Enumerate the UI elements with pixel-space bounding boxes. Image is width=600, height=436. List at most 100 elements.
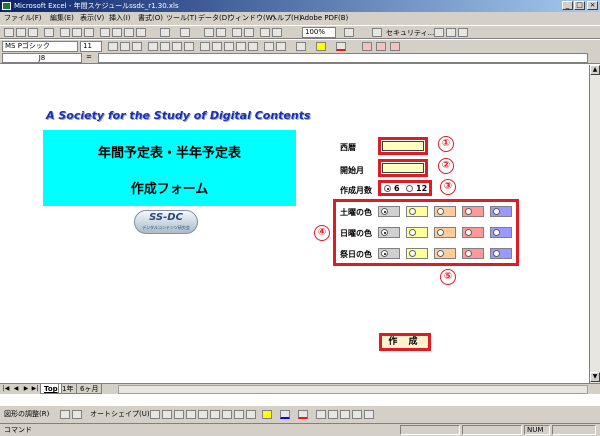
scroll-down-icon[interactable]: ▼ [590,372,600,382]
holiday-color-radio-2[interactable] [409,250,416,257]
new-icon[interactable] [4,28,14,37]
name-box[interactable]: J8 [2,53,82,63]
holiday-color-swatch-4[interactable] [462,248,484,259]
open-icon[interactable] [16,28,26,37]
toolbox-icon[interactable] [458,28,468,37]
decrease-decimal-icon[interactable] [248,42,258,51]
holiday-color-radio-5[interactable] [493,250,500,257]
sunday-color-radio-2[interactable] [409,229,416,236]
increase-decimal-icon[interactable] [236,42,246,51]
pdf-review-icon[interactable] [390,42,400,51]
security-button[interactable]: セキュリティ... [386,27,434,39]
font-name-select[interactable]: MS Pゴシック [2,41,78,52]
font-color-icon[interactable] [336,42,346,51]
fill-color-icon[interactable] [316,42,326,51]
holiday-color-swatch-3[interactable] [434,248,456,259]
sunday-color-swatch-3[interactable] [434,227,456,238]
minimize-button[interactable]: _ [562,1,573,10]
sunday-color-swatch-2[interactable] [406,227,428,238]
saturday-color-swatch-2[interactable] [406,206,428,217]
line-icon[interactable] [150,410,160,419]
saturday-color-swatch-3[interactable] [434,206,456,217]
holiday-color-radio-1[interactable] [381,250,388,257]
menu-edit[interactable]: 編集(E) [50,12,74,25]
arrow-icon[interactable] [162,410,172,419]
free-rotate-icon[interactable] [72,410,82,419]
last-sheet-icon[interactable]: ▶| [31,385,39,393]
format-painter-icon[interactable] [136,28,146,37]
prev-sheet-icon[interactable]: ◀ [12,385,20,393]
months-radio-6[interactable] [384,185,391,192]
textbox-icon[interactable] [198,410,208,419]
redo-icon[interactable] [180,28,190,37]
align-left-icon[interactable] [148,42,158,51]
undo-icon[interactable] [160,28,170,37]
holiday-color-radio-3[interactable] [437,250,444,257]
vertical-scrollbar[interactable]: ▲ ▼ [589,65,600,383]
pdf-convert-icon[interactable] [362,42,372,51]
saturday-color-radio-1[interactable] [381,208,388,215]
sunday-color-radio-1[interactable] [381,229,388,236]
menu-help[interactable]: ヘルプ(H) [270,12,302,25]
saturday-color-swatch-1[interactable] [378,206,400,217]
sunday-color-radio-3[interactable] [437,229,444,236]
select-objects-icon[interactable] [60,410,70,419]
align-center-icon[interactable] [160,42,170,51]
worksheet-area[interactable]: A Society for the Study of Digital Conte… [0,65,589,383]
saturday-color-radio-4[interactable] [465,208,472,215]
formula-input[interactable] [98,53,588,63]
saturday-color-swatch-4[interactable] [462,206,484,217]
italic-icon[interactable] [120,42,130,51]
picture-icon[interactable] [246,410,256,419]
wordart-icon[interactable] [210,410,220,419]
months-radio-12[interactable] [406,185,413,192]
increase-indent-icon[interactable] [276,42,286,51]
close-button[interactable]: × [587,1,598,10]
menu-file[interactable]: ファイル(F) [4,12,42,25]
chart-wizard-icon[interactable] [260,28,270,37]
print-icon[interactable] [60,28,70,37]
tools-icon[interactable] [446,28,456,37]
tab-6months[interactable]: 6ヶ月 [76,384,103,394]
holiday-color-radio-4[interactable] [465,250,472,257]
font-color-draw-icon[interactable] [298,410,308,419]
currency-icon[interactable] [200,42,210,51]
shadow-icon[interactable] [352,410,362,419]
zoom-select[interactable]: 100% [302,27,336,38]
scroll-up-icon[interactable]: ▲ [590,65,600,75]
saturday-color-radio-2[interactable] [409,208,416,215]
first-sheet-icon[interactable]: |◀ [2,385,10,393]
merge-center-icon[interactable] [184,42,194,51]
save-icon[interactable] [28,28,38,37]
font-size-select[interactable]: 11 [80,41,102,52]
drawing-icon[interactable] [272,28,282,37]
create-button[interactable]: 作 成 [379,333,431,351]
menu-format[interactable]: 書式(O) [138,12,163,25]
percent-icon[interactable] [212,42,222,51]
autoshape-menu[interactable]: オートシェイプ(U) [90,409,150,419]
3d-icon[interactable] [364,410,374,419]
decrease-indent-icon[interactable] [264,42,274,51]
next-sheet-icon[interactable]: ▶ [22,385,30,393]
start-month-input[interactable] [382,163,424,173]
sunday-color-radio-4[interactable] [465,229,472,236]
tab-1year[interactable]: 1年 [58,384,78,394]
run-macro-icon[interactable] [372,28,382,37]
saturday-color-radio-5[interactable] [493,208,500,215]
autosum-icon[interactable] [216,28,226,37]
menu-window[interactable]: ウィンドウ(W) [228,12,275,25]
line-color-icon[interactable] [280,410,290,419]
maximize-button[interactable]: □ [574,1,585,10]
rectangle-icon[interactable] [174,410,184,419]
print-preview-icon[interactable] [72,28,82,37]
holiday-color-swatch-5[interactable] [490,248,512,259]
sunday-color-swatch-1[interactable] [378,227,400,238]
pdf-mail-icon[interactable] [376,42,386,51]
saturday-color-radio-3[interactable] [437,208,444,215]
arrow-style-icon[interactable] [340,410,350,419]
email-icon[interactable] [44,28,54,37]
menu-insert[interactable]: 挿入(I) [109,12,131,25]
sunday-color-swatch-4[interactable] [462,227,484,238]
menu-view[interactable]: 表示(V) [80,12,104,25]
holiday-color-swatch-1[interactable] [378,248,400,259]
